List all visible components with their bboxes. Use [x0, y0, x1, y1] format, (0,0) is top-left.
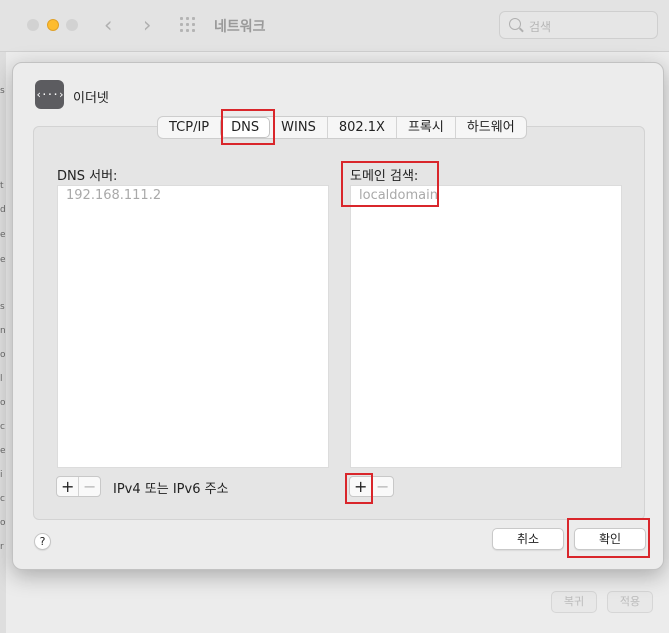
sidebar-fragment: s: [0, 86, 5, 96]
remove-dns-server-button[interactable]: −: [78, 477, 100, 496]
sidebar-fragment: e: [0, 446, 6, 456]
sidebar-fragment: e: [0, 230, 6, 240]
sidebar-fragment: d: [0, 205, 6, 215]
tab-tcp-ip[interactable]: TCP/IP: [158, 117, 220, 138]
minimize-window-button[interactable]: [47, 19, 59, 31]
window-title: 네트워크: [214, 19, 266, 35]
sidebar-fragment: l: [0, 374, 3, 384]
ethernet-icon: ‹···›: [35, 80, 65, 109]
back-button[interactable]: ‹: [104, 13, 112, 37]
sidebar-fragment: s: [0, 302, 5, 312]
dns-panel: DNS 서버: 192.168.111.2 도메인 검색: localdomai…: [33, 126, 645, 520]
zoom-window-button[interactable]: [66, 19, 78, 31]
dns-server-entry[interactable]: 192.168.111.2: [58, 186, 328, 206]
sidebar-fragment: i: [0, 470, 3, 480]
sidebar-fragment: t: [0, 181, 4, 191]
dns-address-hint: IPv4 또는 IPv6 주소: [113, 482, 229, 497]
add-dns-server-button[interactable]: +: [57, 477, 78, 496]
sidebar-edge: s t d e e s n o l o c e i c o r: [0, 52, 6, 633]
sidebar-fragment: e: [0, 255, 6, 265]
dns-servers-add-remove: + −: [56, 476, 101, 497]
dns-settings-sheet: ‹···› 이더넷 DNS 서버: 192.168.111.2 도메인 검색: …: [12, 62, 664, 570]
forward-button[interactable]: ›: [143, 13, 151, 37]
sidebar-fragment: o: [0, 398, 6, 408]
help-button[interactable]: ?: [34, 533, 51, 550]
dns-servers-label: DNS 서버:: [57, 169, 118, 184]
cancel-button[interactable]: 취소: [492, 528, 564, 550]
search-icon: [509, 18, 521, 30]
apply-button[interactable]: 적용: [607, 591, 653, 613]
sidebar-fragment: c: [0, 494, 5, 504]
sidebar-fragment: o: [0, 350, 6, 360]
search-field[interactable]: 검색: [499, 11, 658, 39]
window-titlebar: ‹ › 네트워크 검색: [0, 0, 669, 52]
sidebar-fragment: o: [0, 518, 6, 528]
search-placeholder: 검색: [529, 20, 552, 34]
dns-servers-list[interactable]: 192.168.111.2: [57, 185, 329, 468]
sidebar-fragment: n: [0, 326, 6, 336]
highlight-dns-tab: [221, 109, 275, 145]
tab-wins[interactable]: WINS: [270, 117, 327, 138]
highlight-ok-button: [567, 518, 650, 558]
sheet-title: 이더넷: [73, 91, 109, 106]
tab-proxy[interactable]: 프록시: [395, 117, 455, 138]
revert-button[interactable]: 복귀: [551, 591, 597, 613]
show-all-grid-icon[interactable]: [180, 17, 198, 35]
highlight-search-domains: [341, 161, 439, 207]
remove-search-domain-button[interactable]: −: [371, 477, 393, 496]
tab-bar: TCP/IP DNS WINS 802.1X 프록시 하드웨어: [157, 116, 527, 139]
search-domains-list[interactable]: localdomain: [350, 185, 622, 468]
sidebar-fragment: r: [0, 542, 4, 552]
sidebar-fragment: c: [0, 422, 5, 432]
tab-802-1x[interactable]: 802.1X: [326, 117, 396, 138]
tab-hardware[interactable]: 하드웨어: [454, 117, 526, 138]
close-window-button[interactable]: [27, 19, 39, 31]
highlight-add-domain: [345, 473, 373, 504]
